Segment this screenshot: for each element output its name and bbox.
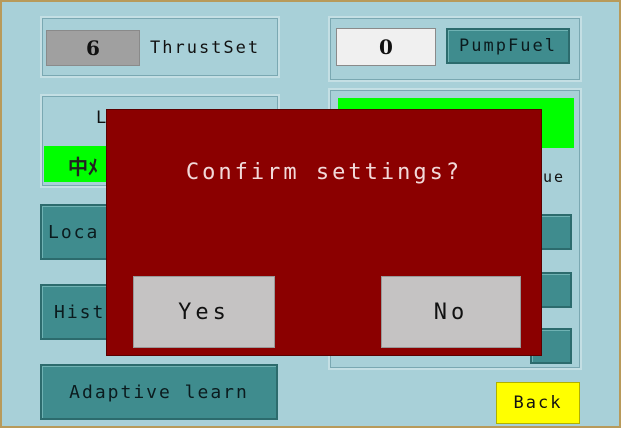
history-button-label: Hist bbox=[54, 301, 106, 323]
thrust-panel: 6 ThrustSet bbox=[40, 16, 280, 78]
thrust-value[interactable]: 6 bbox=[46, 30, 140, 66]
yes-button[interactable]: Yes bbox=[133, 276, 275, 348]
no-button[interactable]: No bbox=[381, 276, 521, 348]
pump-panel: 0 PumpFuel bbox=[328, 16, 582, 82]
adaptive-learn-button[interactable]: Adaptive learn bbox=[40, 364, 278, 420]
back-button[interactable]: Back bbox=[496, 382, 580, 424]
dialog-title: Confirm settings? bbox=[185, 160, 463, 185]
left-status-text: 中ﾒ bbox=[68, 155, 98, 179]
confirm-dialog: Confirm settings? Yes No bbox=[106, 109, 542, 356]
hmi-screen: 6 ThrustSet 0 PumpFuel L 中ﾒ lue Loca His… bbox=[0, 0, 621, 428]
pump-fuel-button[interactable]: PumpFuel bbox=[446, 28, 570, 64]
local-button-label: Loca bbox=[48, 221, 100, 243]
thrust-label: ThrustSet bbox=[150, 38, 261, 58]
pump-value[interactable]: 0 bbox=[336, 28, 436, 66]
adaptive-learn-label: Adaptive learn bbox=[69, 381, 249, 403]
